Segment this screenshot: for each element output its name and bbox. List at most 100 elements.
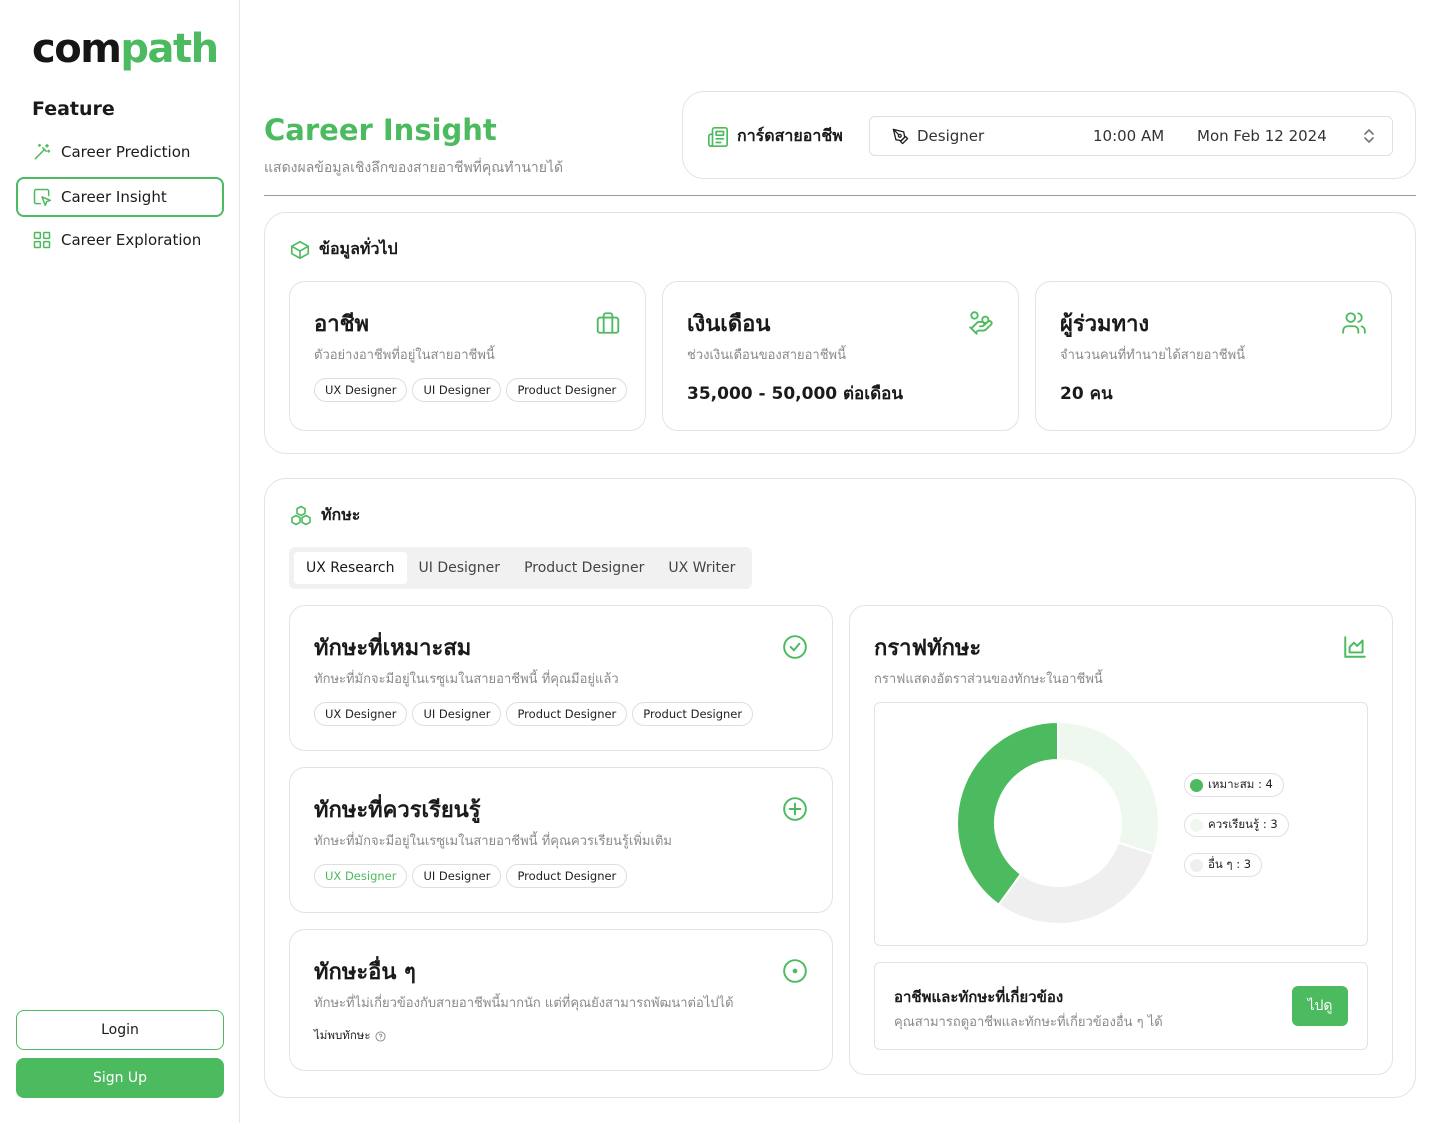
donut-slice-0[interactable]: [956, 720, 1059, 907]
legend-label: ควรเรียนรู้ : 3: [1208, 817, 1278, 831]
skills-donut-chart: เหมาะสม : 4 ควรเรียนรู้ : 3 อื่น ๆ : 3: [874, 702, 1368, 946]
newspaper-icon: [708, 126, 728, 147]
skill-tag[interactable]: UX Designer: [314, 702, 408, 726]
career-card-select[interactable]: Designer 10:00 AM Mon Feb 12 2024: [869, 116, 1393, 156]
other-skills-title: ทักษะอื่น ๆ: [314, 960, 416, 985]
selected-role: Designer: [917, 127, 985, 145]
career-tag[interactable]: UI Designer: [412, 378, 502, 402]
plus-circle-icon: [783, 797, 807, 821]
suitable-skills-tags: UX Designer UI Designer Product Designer…: [314, 702, 754, 726]
skill-tag[interactable]: Product Designer: [632, 702, 754, 726]
legend-label: อื่น ๆ : 3: [1208, 857, 1252, 871]
skills-graph-subtitle: กราฟแสดงอัตราส่วนของทักษะในอาชีพนี้: [874, 672, 1103, 687]
should-learn-title: ทักษะที่ควรเรียนรู้: [314, 798, 481, 823]
should-learn-tags: UX Designer UI Designer Product Designer: [314, 864, 628, 888]
hand-coins-icon: [969, 311, 993, 335]
skill-tag[interactable]: Product Designer: [506, 864, 628, 888]
check-circle-icon: [783, 635, 807, 659]
general-info-heading: ข้อมูลทั่วไป: [289, 237, 398, 262]
logo-text-part2: path: [120, 26, 219, 72]
suitable-skills-card: ทักษะที่เหมาะสม ทักษะที่มักจะมีอยู่ในเรซ…: [289, 605, 833, 751]
related-subtitle: คุณสามารถดูอาชีพและทักษะที่เกี่ยวข้องอื่…: [894, 1015, 1163, 1030]
page-subtitle: แสดงผลข้อมูลเชิงลึกของสายอาชีพที่คุณทำนา…: [264, 160, 564, 176]
career-tag[interactable]: UX Designer: [314, 378, 408, 402]
grid-icon: [33, 231, 51, 249]
no-skills-label: ไม่พบทักษะ: [314, 1028, 371, 1042]
skill-tag[interactable]: Product Designer: [506, 702, 628, 726]
tab-ux-research[interactable]: UX Research: [294, 552, 407, 584]
general-info-panel: ข้อมูลทั่วไป อาชีพ ตัวอย่างอาชีพที่อยู่ใ…: [264, 212, 1416, 454]
skills-heading: ทักษะ: [289, 503, 360, 528]
sidebar-item-label: Career Prediction: [61, 143, 191, 161]
tab-product-designer[interactable]: Product Designer: [512, 552, 656, 584]
sidebar-item-career-insight[interactable]: Career Insight: [16, 177, 224, 217]
boxes-icon: [291, 505, 311, 525]
area-chart-icon: [1344, 636, 1366, 658]
skill-tag[interactable]: UI Designer: [412, 864, 502, 888]
should-learn-subtitle: ทักษะที่มักจะมีอยู่ในเรซูเมในสายอาชีพนี้…: [314, 834, 672, 849]
magic-wand-icon: [34, 143, 51, 160]
tab-ui-designer[interactable]: UI Designer: [407, 552, 513, 584]
career-tag[interactable]: Product Designer: [506, 378, 628, 402]
dot-circle-icon: [783, 959, 807, 983]
general-info-title: ข้อมูลทั่วไป: [319, 239, 398, 258]
go-view-button[interactable]: ไปดู: [1292, 986, 1348, 1026]
salary-subtitle: ช่วงเงินเดือนของสายอาชีพนี้: [687, 348, 847, 363]
sidebar-item-label: Career Exploration: [61, 231, 202, 249]
help-circle-icon[interactable]: [375, 1030, 386, 1042]
career-card-selector: การ์ดสายอาชีพ Designer 10:00 AM Mon Feb …: [682, 91, 1416, 179]
suitable-skills-subtitle: ทักษะที่มักจะมีอยู่ในเรซูเมในสายอาชีพนี้…: [314, 672, 619, 687]
feature-section-title: Feature: [32, 98, 115, 120]
legend-label: เหมาะสม : 4: [1208, 777, 1273, 791]
peers-title: ผู้ร่วมทาง: [1060, 312, 1150, 337]
related-careers-box: อาชีพและทักษะที่เกี่ยวข้อง คุณสามารถดูอา…: [874, 962, 1368, 1050]
legend-item: อื่น ๆ : 3: [1184, 853, 1263, 877]
signup-button[interactable]: Sign Up: [16, 1058, 224, 1098]
page-title: Career Insight: [264, 113, 497, 147]
briefcase-icon: [596, 312, 620, 334]
skills-panel: ทักษะ UX Research UI Designer Product De…: [264, 478, 1416, 1098]
cube-icon: [290, 240, 310, 259]
cursor-box-icon: [33, 188, 52, 207]
other-skills-card: ทักษะอื่น ๆ ทักษะที่ไม่เกี่ยวข้องกับสายอ…: [289, 929, 833, 1071]
legend-swatch: [1190, 778, 1203, 792]
header-divider: [264, 195, 1416, 196]
career-tags: UX Designer UI Designer Product Designer: [314, 378, 628, 402]
career-title: อาชีพ: [314, 312, 369, 337]
chevron-up-down-icon: [1364, 129, 1374, 143]
suitable-skills-title: ทักษะที่เหมาะสม: [314, 636, 472, 661]
donut-slice-2[interactable]: [997, 841, 1156, 925]
skill-tag[interactable]: UX Designer: [314, 864, 408, 888]
legend-item: เหมาะสม : 4: [1184, 773, 1284, 797]
compath-logo[interactable]: compath: [32, 26, 219, 72]
sidebar-item-label: Career Insight: [61, 188, 167, 206]
sidebar: compath Feature Career Prediction Career…: [0, 0, 240, 1123]
career-card: อาชีพ ตัวอย่างอาชีพที่อยู่ในสายอาชีพนี้ …: [289, 281, 646, 431]
salary-title: เงินเดือน: [687, 312, 771, 337]
logo-text-part1: com: [32, 26, 122, 72]
salary-card: เงินเดือน ช่วงเงินเดือนของสายอาชีพนี้ 35…: [662, 281, 1019, 431]
should-learn-card: ทักษะที่ควรเรียนรู้ ทักษะที่มักจะมีอยู่ใ…: [289, 767, 833, 913]
skills-title: ทักษะ: [321, 505, 361, 524]
login-button[interactable]: Login: [16, 1010, 224, 1050]
salary-value: 35,000 - 50,000 ต่อเดือน: [687, 384, 903, 404]
donut-slice-1[interactable]: [1057, 720, 1160, 856]
legend-item: ควรเรียนรู้ : 3: [1184, 813, 1289, 837]
legend-swatch: [1190, 818, 1203, 832]
selected-time: 10:00 AM: [1093, 127, 1165, 145]
peers-value: 20 คน: [1060, 384, 1113, 404]
skill-tag[interactable]: UI Designer: [412, 702, 502, 726]
skills-graph-title: กราฟทักษะ: [874, 636, 982, 661]
users-icon: [1342, 312, 1366, 334]
skills-tabs: UX Research UI Designer Product Designer…: [289, 547, 753, 589]
peers-card: ผู้ร่วมทาง จำนวนคนที่ทำนายได้สายอาชีพนี้…: [1035, 281, 1392, 431]
tab-ux-writer[interactable]: UX Writer: [656, 552, 747, 584]
no-skills-found: ไม่พบทักษะ: [314, 1027, 386, 1045]
sidebar-item-career-prediction[interactable]: Career Prediction: [16, 132, 224, 172]
career-card-label-text: การ์ดสายอาชีพ: [737, 126, 843, 145]
sidebar-item-career-exploration[interactable]: Career Exploration: [16, 220, 224, 260]
other-skills-subtitle: ทักษะที่ไม่เกี่ยวข้องกับสายอาชีพนี้มากนั…: [314, 996, 734, 1011]
peers-subtitle: จำนวนคนที่ทำนายได้สายอาชีพนี้: [1060, 348, 1246, 363]
career-card-label: การ์ดสายอาชีพ: [707, 124, 843, 149]
selected-date: Mon Feb 12 2024: [1197, 127, 1327, 145]
